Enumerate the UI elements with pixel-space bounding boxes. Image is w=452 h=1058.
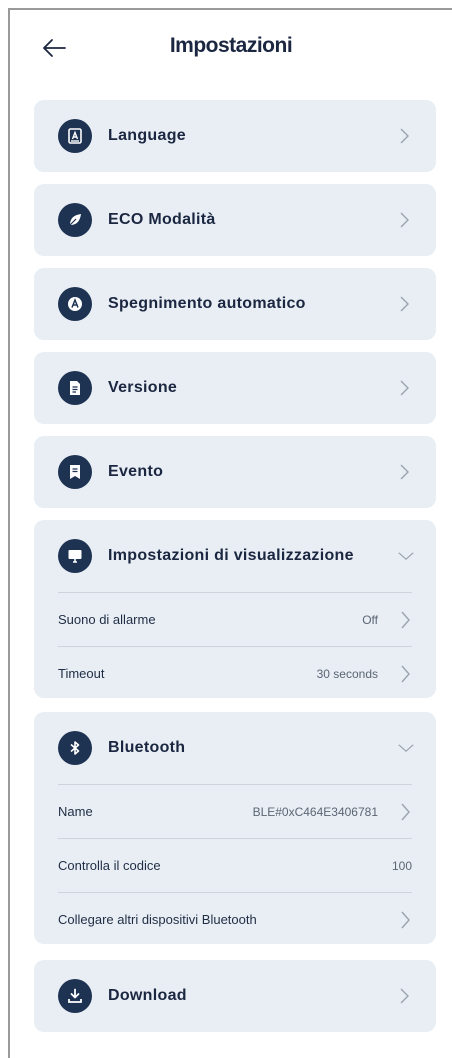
page-title: Impostazioni: [169, 34, 293, 57]
auto-off-label: Spegnimento automatico: [108, 295, 306, 312]
download-label: Download: [108, 987, 187, 1004]
event-card[interactable]: Evento: [34, 436, 436, 508]
chevron-right-icon: [396, 296, 412, 312]
bluetooth-row[interactable]: Bluetooth: [34, 712, 436, 784]
auto-off-icon: [58, 287, 92, 321]
event-label: Evento: [108, 463, 164, 480]
display-icon: [58, 539, 92, 573]
leaf-icon: [58, 203, 92, 237]
alarm-sound-value: Off: [362, 612, 378, 627]
timeout-value: 30 seconds: [316, 666, 378, 681]
language-row[interactable]: Language: [34, 100, 436, 172]
language-icon: [58, 119, 92, 153]
download-icon: [58, 979, 92, 1013]
connect-devices-row[interactable]: Collegare altri dispositivi Bluetooth: [58, 892, 412, 946]
check-code-value: 100: [391, 858, 412, 873]
download-card[interactable]: Download: [34, 960, 436, 1032]
chevron-right-icon: [396, 128, 412, 144]
event-row[interactable]: Evento: [34, 436, 436, 508]
timeout-row[interactable]: Timeout 30 seconds: [58, 646, 412, 700]
alarm-sound-row[interactable]: Suono di allarme Off: [58, 592, 412, 646]
eco-mode-label: ECO Modalità: [108, 211, 216, 228]
alarm-sound-label: Suono di allarme: [58, 612, 156, 627]
timeout-label: Timeout: [58, 666, 105, 681]
bluetooth-name-label: Name: [58, 804, 93, 819]
chevron-right-icon: [398, 909, 412, 931]
language-label: Language: [108, 127, 186, 144]
chevron-right-icon: [398, 801, 412, 823]
bluetooth-label: Bluetooth: [108, 739, 186, 756]
chevron-down-icon[interactable]: [398, 740, 414, 756]
auto-off-card[interactable]: Spegnimento automatico: [34, 268, 436, 340]
download-row[interactable]: Download: [34, 960, 436, 1032]
chevron-right-icon: [398, 609, 412, 631]
chevron-right-icon: [396, 212, 412, 228]
event-icon: [58, 455, 92, 489]
display-settings-label: Impostazioni di visualizzazione: [108, 547, 354, 564]
bluetooth-name-row[interactable]: Name BLE#0xC464E3406781: [58, 784, 412, 838]
check-code-row: Controlla il codice 100: [58, 838, 412, 892]
eco-mode-row[interactable]: ECO Modalità: [34, 184, 436, 256]
bluetooth-icon: [58, 731, 92, 765]
document-icon: [58, 371, 92, 405]
version-card[interactable]: Versione: [34, 352, 436, 424]
version-label: Versione: [108, 379, 178, 396]
check-code-label: Controlla il codice: [58, 858, 161, 873]
version-row[interactable]: Versione: [34, 352, 436, 424]
bluetooth-card: Bluetooth Name BLE#0xC464E3406781 Contro…: [34, 712, 436, 944]
bluetooth-name-value: BLE#0xC464E3406781: [252, 804, 378, 819]
connect-devices-label: Collegare altri dispositivi Bluetooth: [58, 912, 257, 927]
display-settings-row[interactable]: Impostazioni di visualizzazione: [34, 520, 436, 592]
chevron-right-icon: [398, 663, 412, 685]
header: Impostazioni: [10, 10, 452, 90]
settings-screen: Impostazioni Language ECO Modalità Spegn…: [8, 8, 452, 1058]
eco-mode-card[interactable]: ECO Modalità: [34, 184, 436, 256]
chevron-right-icon: [396, 464, 412, 480]
display-settings-card: Impostazioni di visualizzazione Suono di…: [34, 520, 436, 698]
chevron-down-icon[interactable]: [398, 548, 414, 564]
auto-off-row[interactable]: Spegnimento automatico: [34, 268, 436, 340]
chevron-right-icon: [396, 380, 412, 396]
language-card[interactable]: Language: [34, 100, 436, 172]
chevron-right-icon: [396, 988, 412, 1004]
